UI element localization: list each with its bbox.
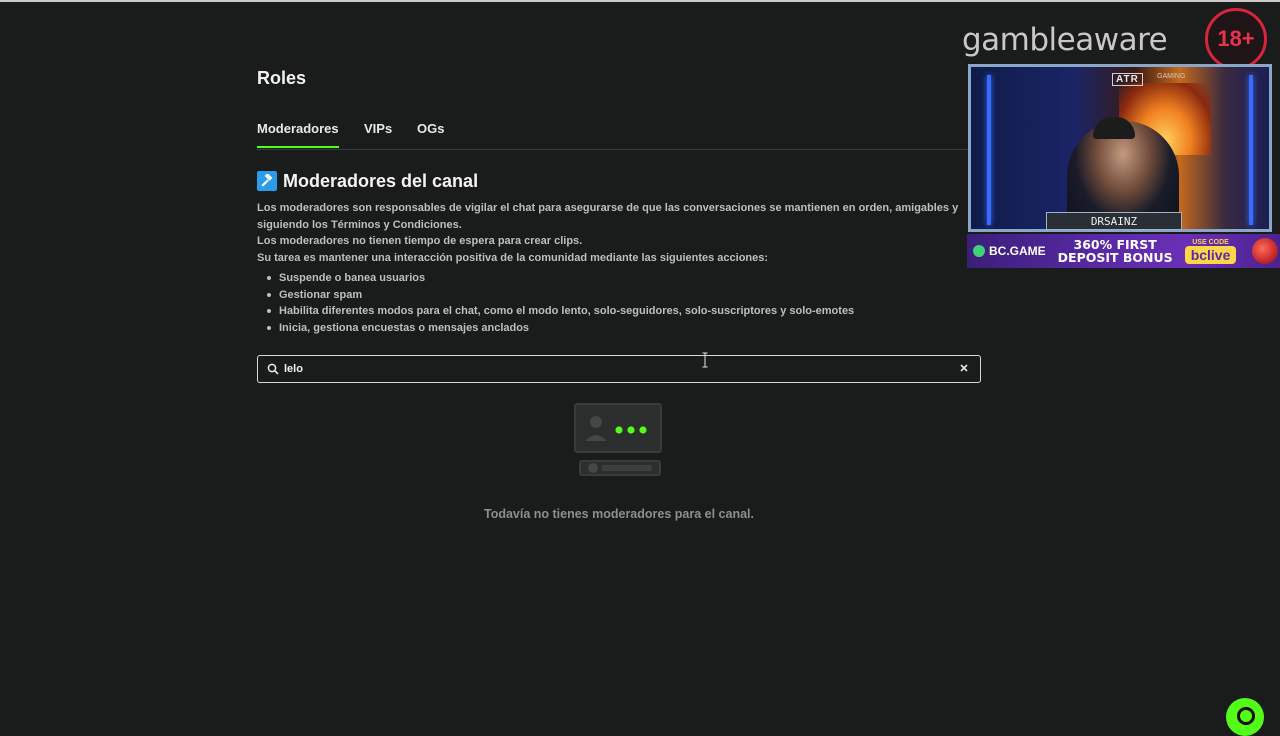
streamer-nameplate: DRSAINZ	[1046, 212, 1182, 230]
search-input[interactable]	[284, 359, 954, 379]
list-item: Suspende o banea usuarios	[257, 271, 854, 288]
tab-vips[interactable]: VIPs	[364, 121, 392, 147]
offer-line: DEPOSIT BONUS	[1057, 250, 1173, 265]
wall-sign-sub: GAMING	[1157, 73, 1186, 80]
section-title: Moderadores del canal	[283, 170, 479, 191]
close-icon[interactable]	[957, 361, 971, 375]
empty-moderators-icon	[574, 403, 662, 476]
description-line: Su tarea es mantener una interacción pos…	[257, 252, 769, 264]
tab-moderadores[interactable]: Moderadores	[257, 121, 339, 148]
stream-overlay: gambleaware 18+ ATR GAMING DRSAINZ BC.GA…	[962, 0, 1280, 272]
text-cursor-icon	[702, 352, 708, 368]
gavel-icon	[257, 171, 277, 191]
description-line: Los moderadores no tienen tiempo de espe…	[257, 235, 583, 247]
promo-code: USE CODE bclive	[1184, 238, 1237, 264]
list-item: Habilita diferentes modos para el chat, …	[257, 304, 854, 321]
section-header: Moderadores del canal	[257, 170, 478, 192]
page-title: Roles	[257, 68, 307, 88]
roles-content: Roles Moderadores VIPs OGs Moderadores d…	[257, 0, 997, 720]
search-icon	[267, 363, 279, 375]
empty-state-message: Todavía no tienes moderadores para el ca…	[483, 507, 754, 521]
webcam-feed: ATR GAMING	[968, 64, 1272, 232]
sponsor-banner: BC.GAME 360% FIRST DEPOSIT BONUS USE COD…	[967, 234, 1280, 268]
sponsor-brand-name: BC.GAME	[989, 244, 1046, 258]
age-restriction-badge: 18+	[1205, 8, 1267, 70]
gambleaware-logo: gambleaware	[962, 22, 1168, 58]
list-item: Inicia, gestiona encuestas o mensajes an…	[257, 321, 854, 338]
tab-ogs[interactable]: OGs	[417, 121, 444, 147]
description-line: siguiendo los Términos y Condiciones.	[257, 219, 462, 231]
roles-tabs: Moderadores VIPs OGs	[257, 121, 977, 150]
sponsor-mascot-icon	[1252, 238, 1278, 264]
moderator-search[interactable]	[257, 355, 981, 383]
sponsor-brand: BC.GAME	[973, 244, 1046, 258]
moderator-actions-list: Suspende o banea usuarios Gestionar spam…	[257, 271, 854, 338]
led-strip	[987, 75, 991, 225]
promo-code-label: USE CODE	[1192, 238, 1229, 246]
promo-code-value: bclive	[1184, 245, 1237, 264]
wall-sign: ATR	[1112, 73, 1143, 86]
list-item: Gestionar spam	[257, 288, 854, 305]
led-strip	[1249, 75, 1253, 225]
brand-logo-icon	[973, 245, 985, 257]
chat-bubble-icon	[1237, 707, 1255, 725]
help-button[interactable]	[1226, 698, 1264, 736]
sponsor-offer: 360% FIRST DEPOSIT BONUS	[1058, 238, 1173, 264]
description-line: Los moderadores son responsables de vigi…	[257, 202, 959, 214]
